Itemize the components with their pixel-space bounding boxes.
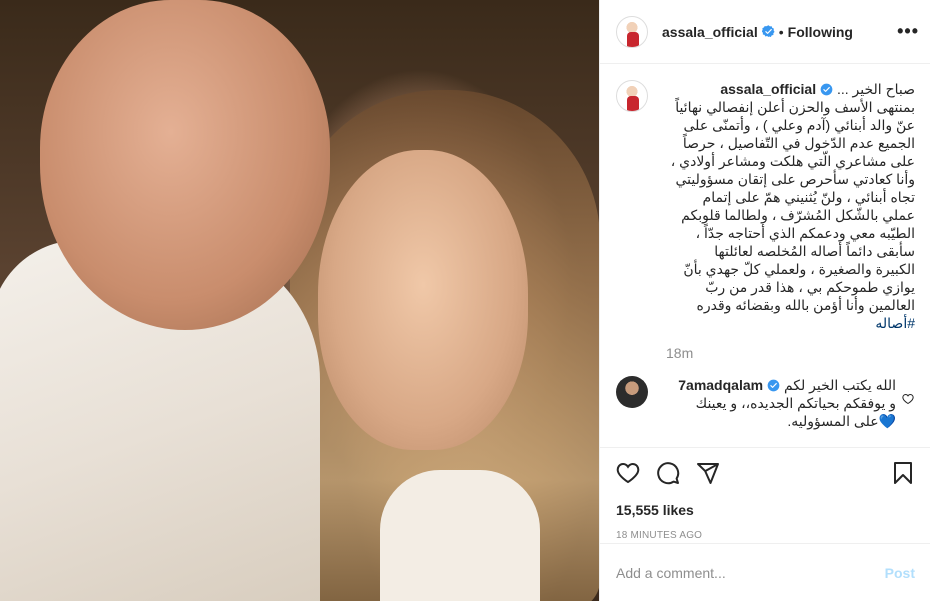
heart-icon[interactable] — [616, 461, 640, 485]
comment-text: 7amadqalam الله يكتب الخير لكم و يوفقكم … — [666, 376, 896, 430]
comments-area[interactable]: assala_official ... صباح الخير بمنتهى ال… — [600, 64, 930, 447]
caption-line: الكبيرة والصغيرة ، ولعملي كلّ جهدي بأنّ — [683, 261, 915, 277]
heart-emoji: 💙 — [878, 413, 896, 429]
caption-row: assala_official ... صباح الخير بمنتهى ال… — [616, 80, 915, 362]
caption-line: الطيّبه معي ودعمكم الذي أحتاجه جدّاً ، — [695, 225, 915, 241]
post-photo[interactable] — [0, 0, 599, 601]
post-side-panel: assala_official • Following ••• assala_o… — [599, 0, 930, 601]
action-icons-row — [616, 460, 915, 486]
caption-line: يوازي طموحكم بي ، هذا قدر من ربّ — [705, 279, 915, 295]
comment-line-with-emoji: 💙على المسؤوليه. — [666, 412, 896, 430]
add-comment-bar: Post — [600, 543, 930, 601]
post-header: assala_official • Following ••• — [600, 0, 930, 64]
commenter-username[interactable]: 7amadqalam — [678, 377, 763, 393]
hashtag-link[interactable]: #أصاله — [666, 314, 915, 332]
verified-badge-icon — [761, 25, 775, 38]
post-timestamp[interactable]: 18 MINUTES AGO — [616, 530, 915, 541]
caption-head: assala_official ... صباح الخير — [666, 80, 915, 98]
caption-line: بمنتهى الأسف والحزن أعلن إنفصالي نهائياً — [675, 99, 915, 115]
caption-username[interactable]: assala_official — [720, 81, 816, 97]
comment-line: و يوفقكم بحياتكم الجديده،، و يعينك — [695, 395, 896, 411]
caption-time[interactable]: 18m — [666, 344, 915, 362]
actions-section: 15,555 likes 18 MINUTES AGO — [600, 447, 930, 543]
verified-badge-icon — [820, 83, 833, 96]
caption-line: على مشاعري الّتي هلكت ومشاعر أولادي ، — [670, 153, 915, 169]
header-separator: • — [778, 23, 784, 40]
photo-man-face — [40, 0, 330, 330]
caption-line: وأنا كعادتي سأحرص على إتقان مسؤوليتي — [675, 171, 915, 187]
caption-text: assala_official ... صباح الخير بمنتهى ال… — [666, 80, 915, 362]
likes-count[interactable]: 15,555 likes — [616, 502, 915, 518]
caption-line: تجاه أبنائي ، ولنّ يُثنيني همّ على إتمام — [702, 189, 915, 205]
caption-line: العالمين وأنا أؤمن بالله وبقضائه وقدره — [696, 297, 916, 313]
caption-line: عملي بالشّكل المُشرّف ، ولطالما قلوبكم — [681, 207, 915, 223]
more-options-icon[interactable]: ••• — [897, 21, 919, 42]
verified-badge-icon — [767, 379, 780, 392]
caption-author-avatar[interactable] — [616, 80, 648, 112]
caption-line: سأبقى دائماً أصاله المُخلصه لعائلتها — [714, 243, 915, 259]
photo-woman-face — [318, 150, 528, 450]
caption-line: ... صباح الخير — [836, 81, 915, 97]
comment-line: الله يكتب الخير لكم — [783, 377, 896, 393]
author-avatar[interactable] — [616, 15, 648, 48]
bookmark-icon[interactable] — [891, 461, 915, 485]
post-comment-button[interactable]: Post — [885, 565, 915, 581]
photo-woman-top — [380, 470, 540, 601]
small-heart-icon[interactable] — [902, 393, 914, 405]
caption-line: الجميع عدم الدّخول في التّفاصيل ، حرصاً — [682, 135, 915, 151]
author-username[interactable]: assala_official — [662, 24, 758, 40]
comment-bubble-icon[interactable] — [656, 461, 680, 485]
add-comment-input[interactable] — [616, 564, 885, 581]
caption-line: عنّ والد أبنائي (آدم وعلي ) ، وأتمنّى عل… — [683, 117, 915, 133]
commenter-avatar[interactable] — [616, 376, 648, 408]
comment-head: 7amadqalam الله يكتب الخير لكم — [666, 376, 896, 394]
following-button[interactable]: Following — [788, 24, 853, 40]
paper-plane-icon[interactable] — [696, 461, 720, 485]
comment-line: على المسؤوليه. — [787, 413, 879, 429]
comment-row: 7amadqalam الله يكتب الخير لكم و يوفقكم … — [616, 376, 915, 430]
